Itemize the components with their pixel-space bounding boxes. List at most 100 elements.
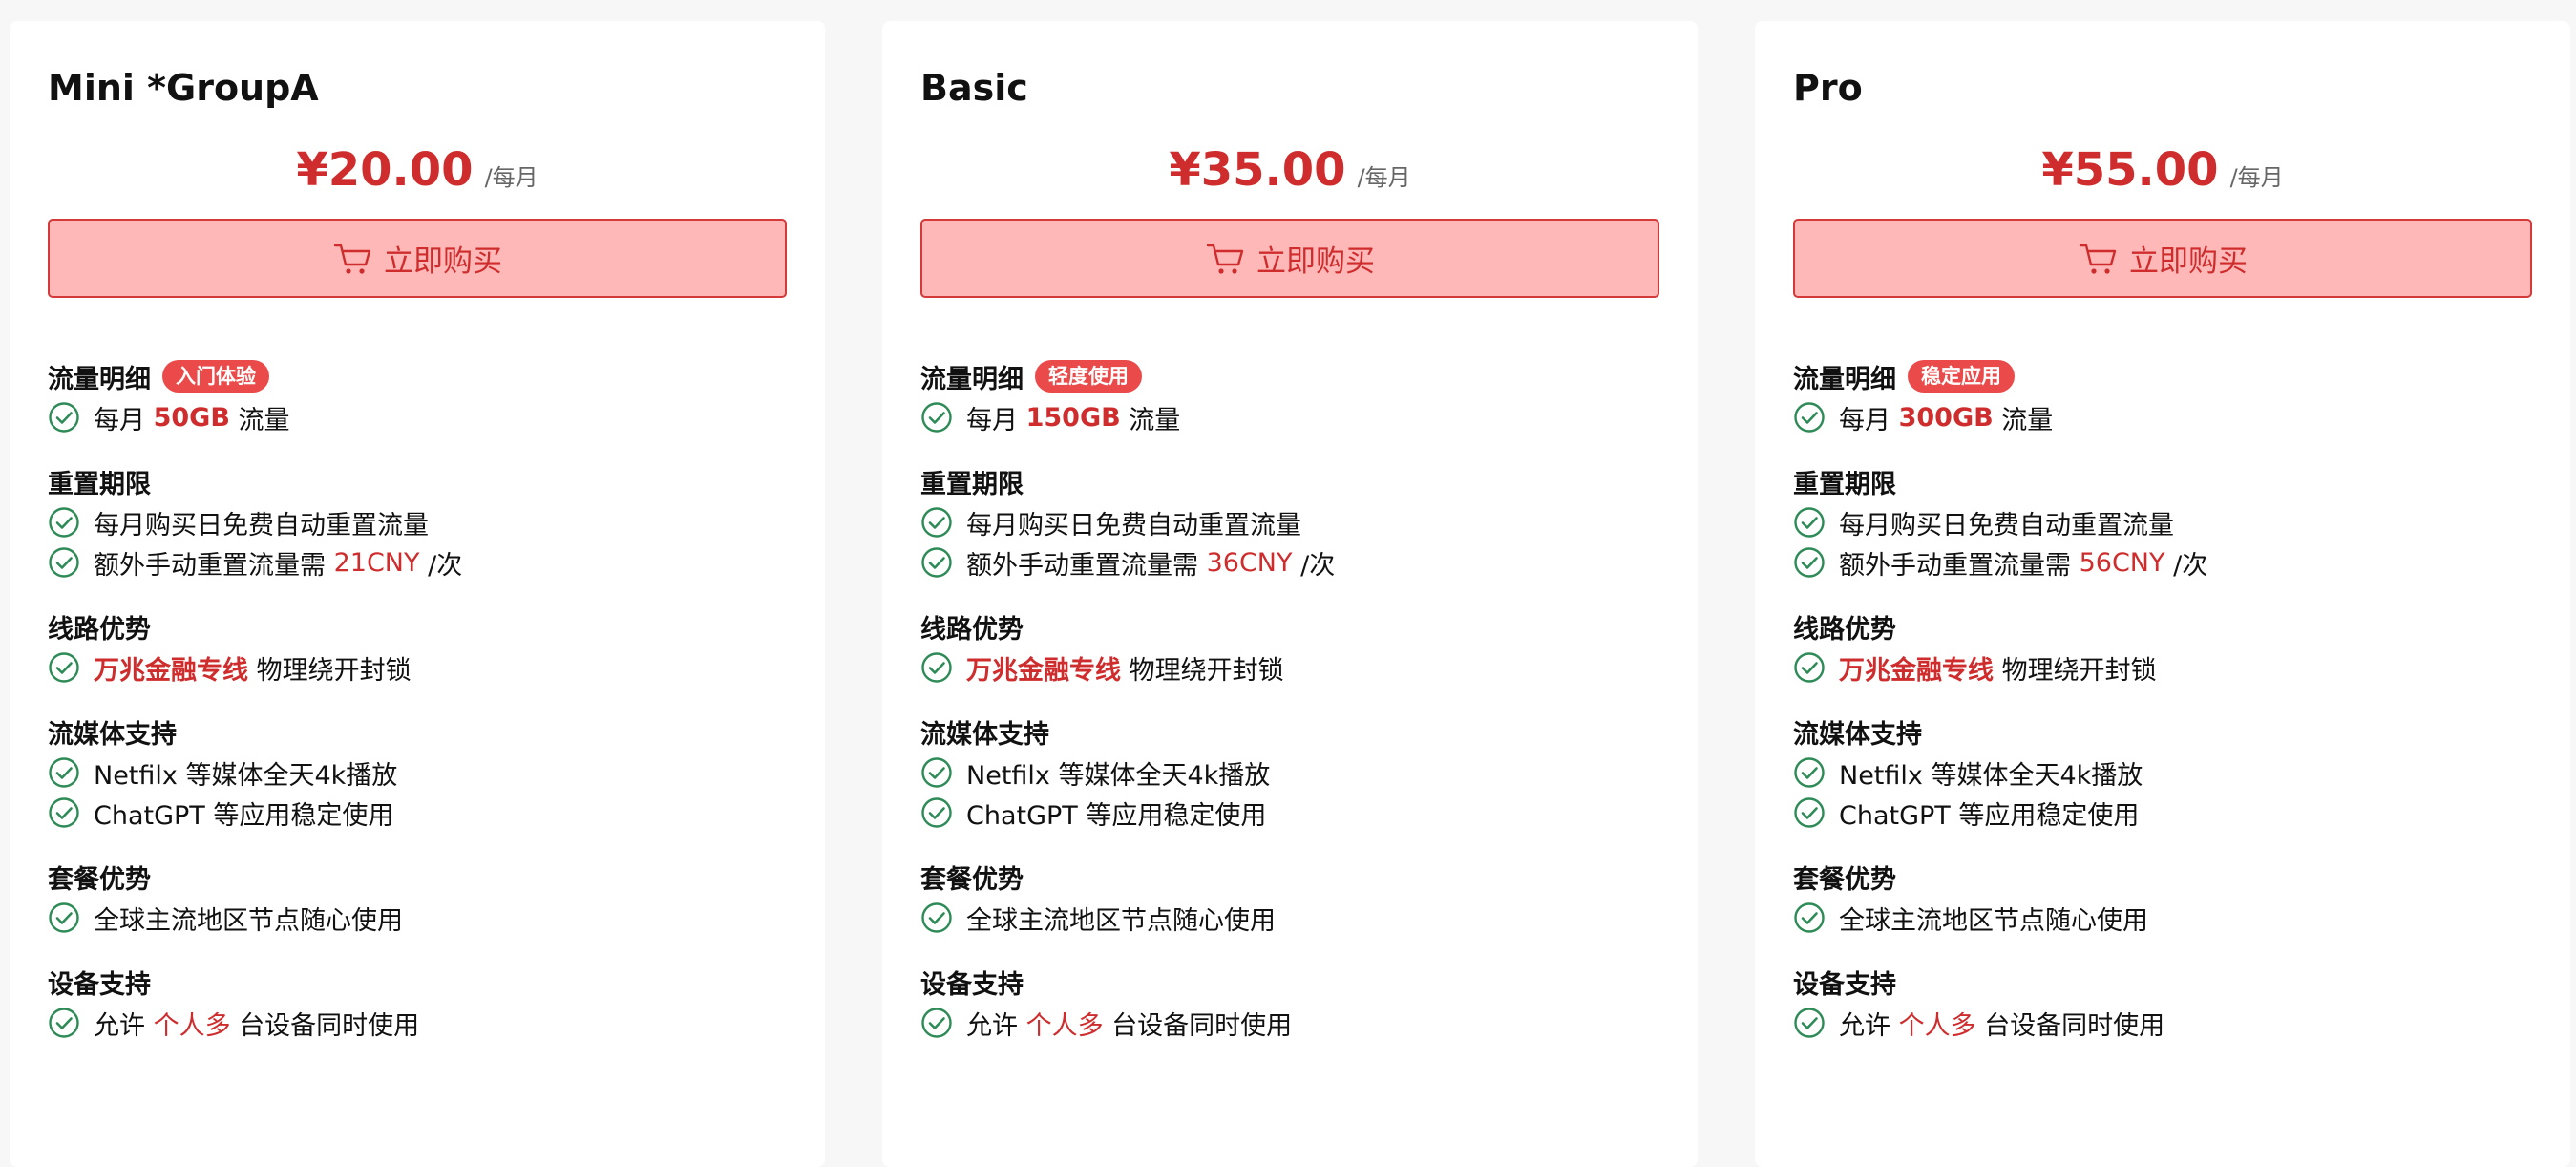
check-circle-icon bbox=[920, 756, 953, 789]
check-circle-icon bbox=[48, 1007, 80, 1039]
feature-list: 流量明细 入门体验 每月 50GB 流量 重置期限 每月购买日免费自动重置流量 bbox=[48, 355, 787, 1043]
chatgpt-text: ChatGPT 等应用稳定使用 bbox=[94, 800, 394, 831]
check-circle-icon bbox=[48, 796, 80, 829]
traffic-suffix: 流量 bbox=[238, 405, 290, 435]
check-circle-icon bbox=[920, 796, 953, 829]
feature-item-global: 全球主流地区节点随心使用 bbox=[1793, 898, 2532, 938]
buy-now-button[interactable]: 立即购买 bbox=[1793, 219, 2532, 298]
device-section: 设备支持 允许 个人多 台设备同时使用 bbox=[48, 961, 787, 1043]
feature-item-netflix: Netfilx 等媒体全天4k播放 bbox=[48, 753, 787, 793]
plan-advantage-section: 套餐优势 全球主流地区节点随心使用 bbox=[1793, 856, 2532, 938]
section-title-plan: 套餐优势 bbox=[920, 864, 1024, 895]
section-title-device: 设备支持 bbox=[920, 969, 1024, 1000]
check-circle-icon bbox=[1793, 756, 1826, 789]
manual-reset-prefix: 额外手动重置流量需 bbox=[1839, 550, 2071, 581]
manual-reset-price: 21CNY bbox=[333, 547, 420, 578]
section-title-reset: 重置期限 bbox=[1793, 469, 1896, 499]
traffic-prefix: 每月 bbox=[94, 405, 145, 435]
feature-item-route: 万兆金融专线 物理绕开封锁 bbox=[920, 647, 1659, 688]
check-circle-icon bbox=[48, 546, 80, 579]
section-title-device: 设备支持 bbox=[48, 969, 151, 1000]
check-circle-icon bbox=[920, 401, 953, 434]
traffic-suffix: 流量 bbox=[1129, 405, 1181, 435]
feature-item-auto-reset: 每月购买日免费自动重置流量 bbox=[920, 502, 1659, 542]
traffic-amount: 50GB bbox=[153, 402, 230, 433]
feature-item-global: 全球主流地区节点随心使用 bbox=[48, 898, 787, 938]
plan-tag-badge: 轻度使用 bbox=[1035, 360, 1142, 393]
check-circle-icon bbox=[920, 651, 953, 684]
section-title-traffic: 流量明细 bbox=[48, 364, 151, 394]
traffic-section: 流量明细 入门体验 每月 50GB 流量 bbox=[48, 355, 787, 437]
price-row: ¥20.00/每月 bbox=[48, 143, 787, 197]
check-circle-icon bbox=[48, 902, 80, 934]
check-circle-icon bbox=[920, 1007, 953, 1039]
price-period: /每月 bbox=[2229, 164, 2284, 191]
buy-button-label: 立即购买 bbox=[384, 244, 502, 279]
feature-item-route: 万兆金融专线 物理绕开封锁 bbox=[48, 647, 787, 688]
buy-now-button[interactable]: 立即购买 bbox=[920, 219, 1659, 298]
check-circle-icon bbox=[1793, 651, 1826, 684]
cart-icon bbox=[1205, 238, 1247, 280]
price-period: /每月 bbox=[1357, 164, 1411, 191]
section-title-route: 线路优势 bbox=[48, 614, 151, 645]
route-highlight: 万兆金融专线 bbox=[966, 655, 1121, 686]
device-section: 设备支持 允许 个人多 台设备同时使用 bbox=[920, 961, 1659, 1043]
plan-price: ¥35.00 bbox=[1169, 143, 1346, 197]
section-title-route: 线路优势 bbox=[1793, 614, 1896, 645]
global-nodes-text: 全球主流地区节点随心使用 bbox=[94, 905, 403, 936]
device-prefix: 允许 bbox=[966, 1010, 1018, 1041]
check-circle-icon bbox=[920, 506, 953, 539]
traffic-prefix: 每月 bbox=[966, 405, 1018, 435]
feature-item-chatgpt: ChatGPT 等应用稳定使用 bbox=[920, 793, 1659, 833]
route-suffix: 物理绕开封锁 bbox=[1129, 655, 1284, 686]
chatgpt-text: ChatGPT 等应用稳定使用 bbox=[966, 800, 1267, 831]
traffic-suffix: 流量 bbox=[2001, 405, 2054, 435]
check-circle-icon bbox=[48, 506, 80, 539]
feature-item-traffic: 每月 300GB 流量 bbox=[1793, 397, 2532, 437]
global-nodes-text: 全球主流地区节点随心使用 bbox=[966, 905, 1276, 936]
media-section: 流媒体支持 Netfilx 等媒体全天4k播放 ChatGPT 等应用稳定使用 bbox=[920, 711, 1659, 833]
buy-now-button[interactable]: 立即购买 bbox=[48, 219, 787, 298]
netflix-text: Netfilx 等媒体全天4k播放 bbox=[966, 760, 1271, 791]
chatgpt-text: ChatGPT 等应用稳定使用 bbox=[1839, 800, 2140, 831]
feature-item-traffic: 每月 150GB 流量 bbox=[920, 397, 1659, 437]
device-section: 设备支持 允许 个人多 台设备同时使用 bbox=[1793, 961, 2532, 1043]
device-highlight: 个人多 bbox=[1025, 1010, 1104, 1041]
check-circle-icon bbox=[48, 651, 80, 684]
check-circle-icon bbox=[1793, 506, 1826, 539]
plan-card-pro: Pro ¥55.00/每月 立即购买 流量明细 稳定应用 每月 300GB 流量 bbox=[1755, 21, 2570, 1167]
section-title-reset: 重置期限 bbox=[920, 469, 1024, 499]
plan-title: Basic bbox=[920, 67, 1028, 109]
feature-item-device: 允许 个人多 台设备同时使用 bbox=[920, 1003, 1659, 1043]
check-circle-icon bbox=[1793, 796, 1826, 829]
manual-reset-prefix: 额外手动重置流量需 bbox=[966, 550, 1198, 581]
section-title-plan: 套餐优势 bbox=[1793, 864, 1896, 895]
reset-section: 重置期限 每月购买日免费自动重置流量 额外手动重置流量需 21CNY /次 bbox=[48, 460, 787, 583]
netflix-text: Netfilx 等媒体全天4k播放 bbox=[1839, 760, 2143, 791]
feature-item-traffic: 每月 50GB 流量 bbox=[48, 397, 787, 437]
feature-item-chatgpt: ChatGPT 等应用稳定使用 bbox=[1793, 793, 2532, 833]
plan-card-basic: Basic ¥35.00/每月 立即购买 流量明细 轻度使用 每月 150GB … bbox=[882, 21, 1698, 1167]
manual-reset-price: 56CNY bbox=[2079, 547, 2165, 578]
manual-reset-suffix: /次 bbox=[2173, 550, 2208, 581]
check-circle-icon bbox=[1793, 546, 1826, 579]
route-section: 线路优势 万兆金融专线 物理绕开封锁 bbox=[48, 605, 787, 688]
feature-list: 流量明细 轻度使用 每月 150GB 流量 重置期限 每月购买日免费自动重置流量 bbox=[920, 355, 1659, 1043]
auto-reset-text: 每月购买日免费自动重置流量 bbox=[966, 510, 1301, 541]
cart-icon bbox=[332, 238, 374, 280]
plan-title: Mini *GroupA bbox=[48, 67, 319, 109]
route-highlight: 万兆金融专线 bbox=[1839, 655, 1994, 686]
feature-list: 流量明细 稳定应用 每月 300GB 流量 重置期限 每月购买日免费自动重置流量 bbox=[1793, 355, 2532, 1043]
feature-item-auto-reset: 每月购买日免费自动重置流量 bbox=[48, 502, 787, 542]
feature-item-chatgpt: ChatGPT 等应用稳定使用 bbox=[48, 793, 787, 833]
check-circle-icon bbox=[920, 902, 953, 934]
manual-reset-price: 36CNY bbox=[1206, 547, 1293, 578]
reset-section: 重置期限 每月购买日免费自动重置流量 额外手动重置流量需 36CNY /次 bbox=[920, 460, 1659, 583]
device-highlight: 个人多 bbox=[1898, 1010, 1976, 1041]
netflix-text: Netfilx 等媒体全天4k播放 bbox=[94, 760, 398, 791]
plan-advantage-section: 套餐优势 全球主流地区节点随心使用 bbox=[48, 856, 787, 938]
traffic-amount: 300GB bbox=[1898, 402, 1994, 433]
check-circle-icon bbox=[1793, 902, 1826, 934]
traffic-prefix: 每月 bbox=[1839, 405, 1890, 435]
feature-item-device: 允许 个人多 台设备同时使用 bbox=[48, 1003, 787, 1043]
